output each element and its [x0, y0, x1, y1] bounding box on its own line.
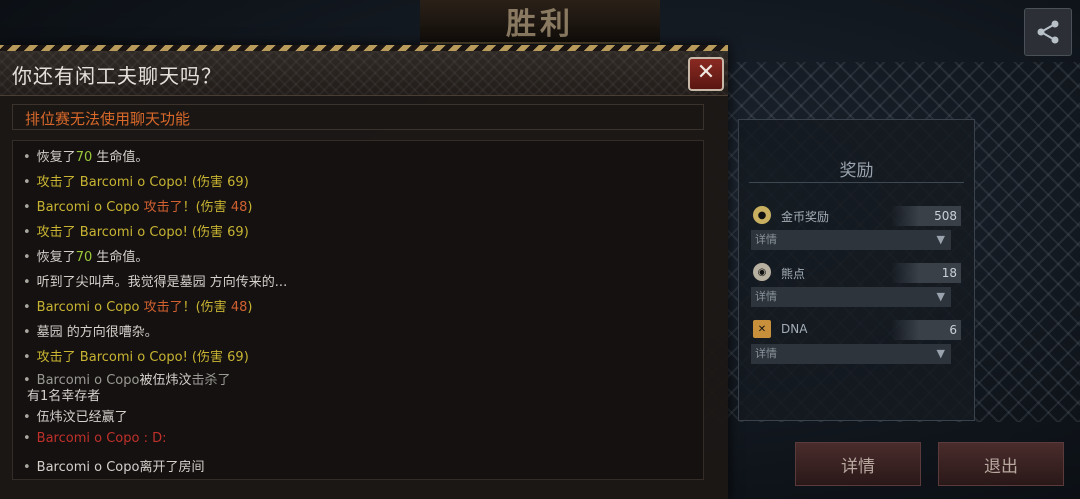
- reward-panel: 奖励 ● 金币奖励 508 详情 ▼ ◉ 熊点 18 详情 ▼ ✕ DNA 6 …: [738, 119, 975, 421]
- reward-detail-label: 详情: [755, 290, 777, 303]
- reward-detail-label: 详情: [755, 347, 777, 360]
- reward-detail-dropdown[interactable]: 详情 ▼: [751, 287, 951, 307]
- bullet-icon: •: [23, 460, 31, 475]
- message-text: ): [247, 300, 253, 315]
- reward-label: 金币奖励: [781, 210, 830, 224]
- bullet-icon: •: [23, 410, 31, 425]
- message-text: 攻击了 Barcomi o Copo! (伤害: [36, 350, 228, 365]
- message-text: Barcomi o Copo: [36, 460, 140, 475]
- chat-message: • Barcomi o Copo离开了房间: [23, 456, 204, 475]
- chat-header: 你还有闲工夫聊天吗？ ✕: [0, 51, 728, 96]
- bullet-icon: •: [23, 225, 31, 240]
- reward-row-bear-points: ◉ 熊点 18 详情 ▼: [751, 263, 963, 313]
- reward-row-gold: ● 金币奖励 508 详情 ▼: [751, 206, 963, 256]
- reward-value: 18: [891, 263, 961, 283]
- bear-point-icon: ◉: [753, 263, 771, 281]
- reward-detail-dropdown[interactable]: 详情 ▼: [751, 344, 951, 364]
- reward-value: 508: [891, 206, 961, 226]
- message-text: 48: [230, 200, 248, 215]
- victory-title: 胜利: [506, 7, 574, 42]
- bullet-icon: •: [23, 275, 31, 290]
- message-text: 被伍炜汶: [139, 373, 192, 388]
- message-text: ): [247, 200, 253, 215]
- message-text: ！(伤害: [182, 200, 231, 215]
- reward-divider: [749, 182, 964, 183]
- chat-message: • Barcomi o Copo 攻击了！(伤害 48): [23, 196, 252, 215]
- bullet-icon: •: [23, 175, 31, 190]
- message-text: 70: [75, 150, 93, 165]
- reward-value: 6: [891, 320, 961, 340]
- message-text: 攻击了 Barcomi o Copo! (伤害: [36, 175, 228, 190]
- message-text: 攻击了: [143, 200, 183, 215]
- message-text: 听到了尖叫声。我觉得是墓园 方向传来的...: [36, 275, 288, 290]
- chat-message: • 攻击了 Barcomi o Copo! (伤害 69): [23, 171, 249, 190]
- bullet-icon: •: [23, 325, 31, 340]
- dna-icon: ✕: [753, 320, 771, 338]
- message-text: ！(伤害: [182, 300, 231, 315]
- share-icon: [1037, 20, 1059, 44]
- reward-label: 熊点: [781, 267, 806, 281]
- reward-detail-label: 详情: [755, 233, 777, 246]
- bullet-icon: •: [23, 200, 31, 215]
- message-text: 击杀了: [191, 373, 231, 388]
- message-text: 69: [227, 225, 244, 240]
- chat-title: 你还有闲工夫聊天吗？: [12, 64, 222, 88]
- message-text: ): [243, 350, 249, 365]
- chat-message: • 伍炜汶已经赢了: [23, 406, 128, 425]
- message-text: 48: [230, 300, 248, 315]
- bullet-icon: •: [23, 300, 31, 315]
- message-text: ): [243, 225, 249, 240]
- message-text: 离开了房间: [139, 460, 205, 475]
- chat-message: • 攻击了 Barcomi o Copo! (伤害 69): [23, 346, 249, 365]
- reward-title: 奖励: [839, 161, 874, 181]
- chevron-down-icon: ▼: [936, 347, 945, 360]
- bullet-icon: •: [23, 150, 31, 165]
- chat-message-list[interactable]: • 恢复了70 生命值。 • 攻击了 Barcomi o Copo! (伤害 69) •…: [12, 140, 704, 480]
- chat-message: • Barcomi o Copo被伍炜汶击杀了 有1名幸存者: [23, 369, 230, 404]
- chevron-down-icon: ▼: [936, 290, 945, 303]
- message-text: ): [243, 175, 249, 190]
- message-text: 生命值。: [92, 250, 149, 265]
- message-text: 69: [227, 350, 244, 365]
- message-text: 69: [227, 175, 244, 190]
- bullet-icon: •: [23, 431, 31, 446]
- message-text: 墓园 的方向很嘈杂。: [36, 325, 158, 340]
- message-text: 伍炜汶已经赢了: [36, 410, 128, 425]
- message-text: Barcomi o Copo : D:: [36, 431, 167, 446]
- reward-detail-dropdown[interactable]: 详情 ▼: [751, 230, 951, 250]
- chat-dialog: 你还有闲工夫聊天吗？ ✕ 排位赛无法使用聊天功能 • 恢复了70 生命值。 • 攻击了…: [0, 45, 728, 499]
- message-text: 恢复了: [36, 250, 76, 265]
- close-icon: ✕: [696, 60, 716, 85]
- share-button[interactable]: [1024, 8, 1072, 56]
- message-text: 攻击了 Barcomi o Copo! (伤害: [36, 225, 228, 240]
- bullet-icon: •: [23, 250, 31, 265]
- reward-row-dna: ✕ DNA 6 详情 ▼: [751, 320, 963, 370]
- chevron-down-icon: ▼: [936, 233, 945, 246]
- chat-message: • 攻击了 Barcomi o Copo! (伤害 69): [23, 221, 249, 240]
- victory-banner: 胜利: [420, 0, 660, 44]
- message-text: 生命值。: [92, 150, 149, 165]
- bullet-icon: •: [23, 350, 31, 365]
- details-button[interactable]: 详情: [795, 442, 921, 486]
- message-text: Barcomi o Copo: [36, 200, 144, 215]
- reward-label: DNA: [781, 322, 808, 336]
- chat-message: • 墓园 的方向很嘈杂。: [23, 321, 158, 340]
- chat-message: • 恢复了70 生命值。: [23, 146, 148, 165]
- chat-disabled-notice: 排位赛无法使用聊天功能: [12, 104, 704, 130]
- message-text: 恢复了: [36, 150, 76, 165]
- chat-message: • Barcomi o Copo : D:: [23, 431, 166, 446]
- exit-button[interactable]: 退出: [938, 442, 1064, 486]
- close-button[interactable]: ✕: [688, 57, 724, 91]
- notice-text: 排位赛无法使用聊天功能: [25, 110, 191, 128]
- message-text: 70: [75, 250, 93, 265]
- message-text: Barcomi o Copo: [36, 300, 144, 315]
- chat-message: • 听到了尖叫声。我觉得是墓园 方向传来的...: [23, 271, 287, 290]
- chat-message: • Barcomi o Copo 攻击了！(伤害 48): [23, 296, 252, 315]
- message-text: 攻击了: [143, 300, 183, 315]
- chat-message: • 恢复了70 生命值。: [23, 246, 148, 265]
- coin-icon: ●: [753, 206, 771, 224]
